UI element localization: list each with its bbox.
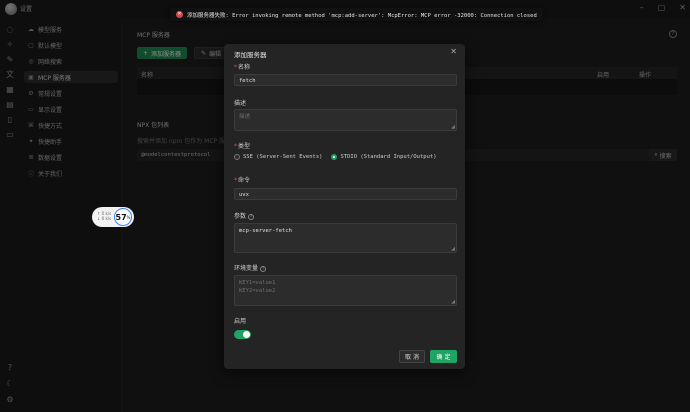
args-textarea[interactable]: mcp-server-fetch ◢ xyxy=(234,223,457,253)
type-label-text: 类型 xyxy=(238,143,251,150)
usage-unit: % xyxy=(126,214,131,220)
resize-handle-icon[interactable]: ◢ xyxy=(451,246,455,252)
description-textarea[interactable]: 描述 ◢ xyxy=(234,109,457,131)
args-label-text: 参数 xyxy=(234,213,247,220)
name-value: fetch xyxy=(239,77,256,84)
usage-value: 57 xyxy=(115,212,127,222)
env-placeholder: KEY1=value1 KEY2=value2 xyxy=(239,280,276,294)
download-speed: ↓ 0 k/s xyxy=(97,216,112,221)
toggle-knob xyxy=(243,331,250,338)
resize-handle-icon[interactable]: ◢ xyxy=(451,124,455,130)
error-icon: ✕ xyxy=(176,11,183,18)
network-speed-widget[interactable]: ↑ 0 k/s ↓ 0 k/s 57 % xyxy=(92,207,134,227)
description-label: 描述 xyxy=(234,100,247,107)
env-label: 环境变量? xyxy=(234,263,267,272)
error-message: 添加服务器失败: Error invoking remote method 'm… xyxy=(187,12,537,19)
usage-gauge: 57 % xyxy=(114,208,132,226)
name-input[interactable]: fetch xyxy=(234,74,457,86)
name-label-text: 名称 xyxy=(238,64,251,71)
radio-sse[interactable] xyxy=(234,154,240,160)
radio-stdio-label[interactable]: STDIO (Standard Input/Output) xyxy=(340,154,436,160)
command-label: *命令 xyxy=(234,177,251,184)
dialog-title: 添加服务器 xyxy=(234,51,267,59)
type-label: *类型 xyxy=(234,143,251,150)
radio-stdio[interactable] xyxy=(331,154,338,160)
command-input[interactable]: uvx xyxy=(234,188,457,200)
args-label: 参数? xyxy=(234,211,255,220)
type-radio-group: SSE (Server-Sent Events) STDIO (Standard… xyxy=(234,154,443,160)
resize-handle-icon[interactable]: ◢ xyxy=(451,299,455,305)
env-textarea[interactable]: KEY1=value1 KEY2=value2 ◢ xyxy=(234,275,457,306)
enabled-label: 启用 xyxy=(234,318,247,325)
speed-readout: ↑ 0 k/s ↓ 0 k/s xyxy=(97,211,111,221)
add-server-dialog: 添加服务器 ✕ *名称 fetch 描述 描述 ◢ *类型 SSE (Serve… xyxy=(224,44,465,369)
enabled-toggle[interactable] xyxy=(234,330,251,339)
command-value: uvx xyxy=(239,191,249,198)
close-icon[interactable]: ✕ xyxy=(450,47,457,56)
env-label-text: 环境变量 xyxy=(234,265,259,272)
name-label: *名称 xyxy=(234,64,251,71)
description-placeholder: 描述 xyxy=(239,114,251,120)
args-help-icon[interactable]: ? xyxy=(248,213,255,220)
env-help-icon[interactable]: ? xyxy=(260,265,267,272)
command-label-text: 命令 xyxy=(238,177,251,184)
error-toast: ✕ 添加服务器失败: Error invoking remote method … xyxy=(170,8,543,21)
args-value: mcp-server-fetch xyxy=(239,228,292,234)
cancel-button[interactable]: 取 消 xyxy=(399,350,425,363)
ok-button[interactable]: 确 定 xyxy=(430,350,457,363)
radio-sse-label[interactable]: SSE (Server-Sent Events) xyxy=(243,154,322,160)
